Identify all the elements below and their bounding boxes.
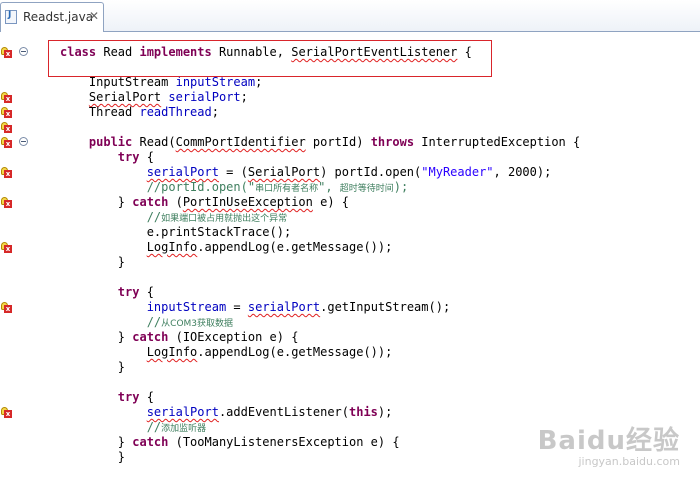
error-marker-icon[interactable]: x — [1, 137, 12, 148]
code-line: try { — [117, 150, 154, 164]
code-line: inputStream = serialPort.getInputStream(… — [146, 300, 451, 314]
editor-tab-readst-java[interactable]: Readst.java ✕ — [0, 2, 104, 32]
error-marker-icon[interactable]: x — [1, 302, 12, 313]
close-icon[interactable]: ✕ — [89, 9, 99, 23]
code-line: } catch (PortInUseException e) { — [60, 195, 349, 209]
code-line: } — [60, 360, 126, 374]
code-line: //如果端口被占用就抛出这个异常 — [146, 210, 288, 224]
error-marker-icon[interactable]: x — [1, 92, 12, 103]
code-line: public Read(CommPortIdentifier portId) t… — [88, 135, 581, 149]
code-line: e.printStackTrace(); — [60, 225, 292, 239]
code-line: } — [60, 450, 126, 464]
code-line: //添加监听器 — [146, 420, 207, 434]
code-line: try { — [117, 390, 154, 404]
code-line: serialPort = (SerialPort) portId.open("M… — [146, 165, 552, 179]
code-line: serialPort.addEventListener(this); — [146, 405, 393, 419]
error-marker-icon[interactable]: x — [1, 242, 12, 253]
error-marker-icon[interactable]: x — [1, 197, 12, 208]
code-line: try { — [117, 285, 154, 299]
error-marker-icon[interactable]: x — [1, 407, 12, 418]
editor-tab-bar: Readst.java ✕ — [0, 0, 700, 32]
code-editor[interactable]: class Read implements Runnable, SerialPo… — [60, 45, 580, 465]
code-line: } catch (TooManyListenersException e) { — [60, 435, 400, 449]
code-line: //portId.open("串口所有者名称", 超时等待时间); — [146, 180, 409, 194]
fold-collapse-icon[interactable] — [19, 47, 28, 56]
error-marker-icon[interactable]: x — [1, 122, 12, 133]
watermark-brand: Baidu经验 — [537, 426, 680, 456]
code-line: LogInfo.appendLog(e.getMessage()); — [146, 240, 393, 254]
code-line: Thread readThread; — [60, 105, 219, 119]
baidu-watermark: Baidu经验 jingyan.baidu.com — [538, 420, 680, 468]
error-marker-icon[interactable]: x — [1, 47, 12, 58]
editor-gutter: x x x x x x x x x x — [0, 32, 36, 478]
code-line: SerialPort serialPort; — [88, 90, 248, 104]
code-line: class Read implements Runnable, SerialPo… — [60, 45, 472, 59]
code-line: //从COM3获取数据 — [146, 315, 234, 329]
error-marker-icon[interactable]: x — [1, 107, 12, 118]
code-line: } — [60, 255, 126, 269]
tab-label: Readst.java — [23, 10, 94, 24]
java-file-icon — [5, 10, 17, 24]
fold-collapse-icon[interactable] — [19, 137, 28, 146]
code-line: InputStream inputStream; — [60, 75, 263, 89]
error-marker-icon[interactable]: x — [1, 167, 12, 178]
code-line: LogInfo.appendLog(e.getMessage()); — [146, 345, 393, 359]
code-line: } catch (IOException e) { — [60, 330, 299, 344]
